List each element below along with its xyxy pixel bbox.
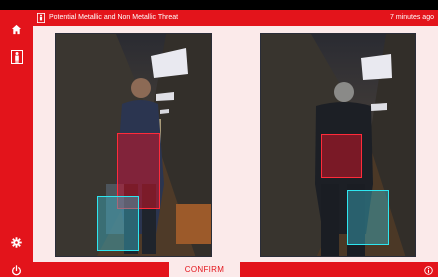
sidebar bbox=[0, 10, 33, 277]
settings-button[interactable] bbox=[0, 229, 33, 255]
info-icon[interactable] bbox=[424, 266, 433, 275]
metallic-threat-box[interactable] bbox=[321, 134, 362, 178]
non-metallic-threat-box[interactable] bbox=[97, 196, 139, 251]
non-metallic-threat-box[interactable] bbox=[347, 190, 389, 245]
person-scan-icon bbox=[37, 13, 45, 23]
back-scan-image[interactable] bbox=[260, 33, 416, 257]
home-button[interactable] bbox=[0, 16, 33, 42]
alert-title: Potential Metallic and Non Metallic Thre… bbox=[49, 14, 179, 21]
gear-icon bbox=[11, 236, 22, 248]
alert-timestamp: 7 minutes ago bbox=[390, 14, 434, 21]
alert-header: Potential Metallic and Non Metallic Thre… bbox=[33, 10, 438, 26]
person-scan-icon bbox=[10, 50, 23, 64]
power-button[interactable] bbox=[0, 257, 33, 277]
confirm-button[interactable]: CONFIRM bbox=[169, 262, 240, 277]
power-icon bbox=[12, 264, 21, 275]
scan-button[interactable] bbox=[0, 44, 33, 70]
scan-content bbox=[33, 26, 438, 262]
top-status-strip bbox=[0, 0, 438, 10]
home-icon bbox=[11, 24, 22, 34]
front-scan-image[interactable] bbox=[55, 33, 212, 257]
